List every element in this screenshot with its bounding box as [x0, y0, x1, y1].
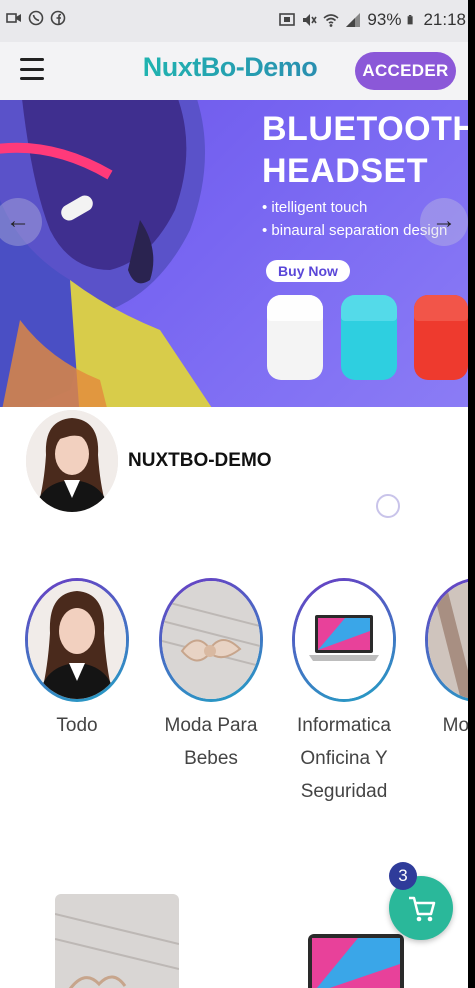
loading-spinner-icon: [376, 494, 400, 518]
whatsapp-icon: [28, 10, 44, 26]
cast-icon: [279, 13, 296, 26]
category-label: Todo: [56, 715, 98, 736]
category-label: Moda M: [442, 715, 468, 736]
wifi-icon: [323, 14, 339, 27]
battery-level: 93%: [367, 10, 402, 29]
category-moda[interactable]: Moda M: [422, 578, 468, 742]
hamburger-icon[interactable]: [20, 58, 44, 80]
app-screen: 93% 21:18 NuxtBo-Demo ACCEDER BLUETOOTH …: [0, 0, 468, 988]
category-label: Moda Para Bebes: [164, 715, 258, 769]
facebook-icon: [50, 10, 66, 26]
login-button[interactable]: ACCEDER: [355, 52, 456, 90]
promo-banner[interactable]: BLUETOOTH HEADSET • itelligent touch • b…: [0, 100, 468, 407]
category-label: Informatica Onficina Y Seguridad: [297, 715, 391, 802]
category-todo-image: [28, 581, 126, 699]
category-moda-image: [428, 581, 468, 699]
shop-avatar[interactable]: [26, 410, 118, 512]
category-moda-bebes-image: [162, 581, 260, 699]
earbuds-case-white: [267, 295, 323, 380]
category-moda-bebes[interactable]: Moda Para Bebes: [156, 578, 266, 775]
earbuds-case-cyan: [341, 295, 397, 380]
shop-name: NUXTBO-DEMO: [128, 450, 272, 471]
clock: 21:18: [423, 10, 466, 29]
category-informatica[interactable]: Informatica Onficina Y Seguridad: [289, 578, 399, 808]
buy-now-button[interactable]: Buy Now: [266, 260, 350, 282]
banner-feature-1: • itelligent touch: [262, 199, 368, 216]
category-informatica-image: [295, 581, 393, 699]
banner-title-line1: BLUETOOTH: [262, 110, 468, 148]
arrow-right-icon[interactable]: →: [420, 198, 468, 246]
product-card[interactable]: [308, 934, 404, 988]
product-card[interactable]: [55, 894, 179, 988]
brand-logo[interactable]: NuxtBo-Demo: [130, 52, 330, 83]
signal-icon: [346, 13, 361, 27]
category-todo[interactable]: Todo: [22, 578, 132, 742]
model-image: [0, 100, 212, 407]
battery-icon: [408, 15, 414, 25]
mute-icon: [303, 14, 318, 26]
product-image: [55, 913, 179, 988]
app-header: NuxtBo-Demo ACCEDER: [0, 42, 468, 101]
avatar-photo: [26, 410, 118, 512]
video-icon: [6, 13, 21, 23]
banner-title-line2: HEADSET: [262, 152, 428, 190]
earbuds-case-red: [414, 295, 468, 380]
cart-count-badge: 3: [389, 862, 417, 890]
product-image: [312, 938, 400, 988]
screen-edge: [468, 0, 475, 988]
status-bar: 93% 21:18: [0, 0, 468, 42]
